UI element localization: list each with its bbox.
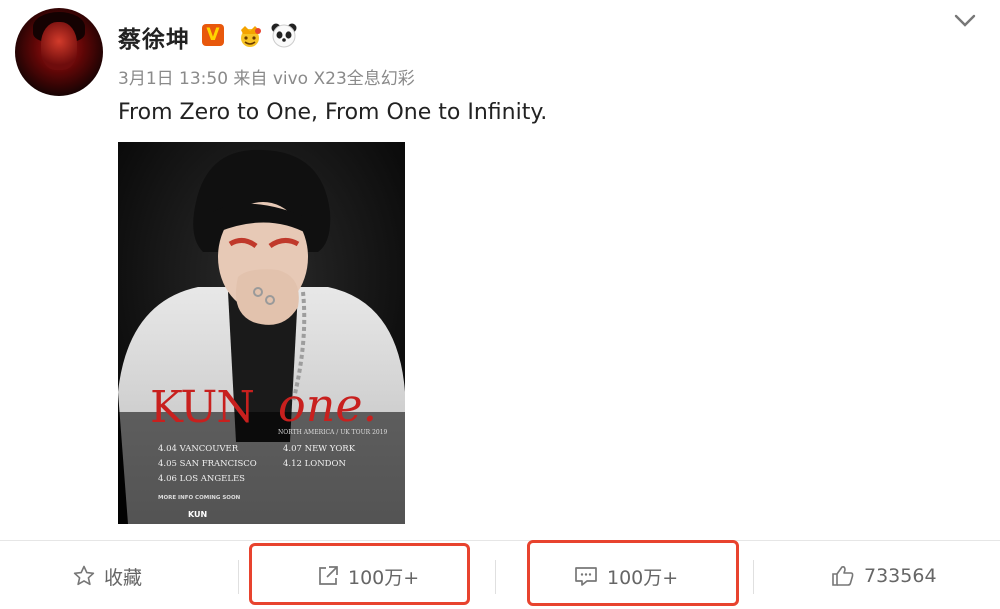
tour-date: 4.07 NEW YORK — [283, 444, 356, 454]
post-meta: 3月1日 13:50 来自 vivo X23全息幻彩 — [118, 69, 415, 89]
post-text: From Zero to One, From One to Infinity. — [118, 100, 548, 125]
star-icon — [73, 565, 95, 586]
comment-highlight-box — [527, 540, 739, 606]
avatar-face — [41, 22, 77, 70]
thumbs-up-icon — [832, 566, 854, 586]
poster-subtitle: NORTH AMERICA / UK TOUR 2019 — [278, 429, 388, 436]
action-bar-divider — [0, 540, 1000, 541]
favorite-button[interactable]: 收藏 — [72, 560, 142, 592]
poster-dates-right: 4.07 NEW YORK 4.12 LONDON — [283, 442, 355, 472]
tour-date: 4.04 VANCOUVER — [158, 444, 239, 454]
verified-badge-icon: V — [202, 24, 224, 46]
chevron-down-icon[interactable] — [953, 12, 977, 30]
repost-highlight-box — [249, 543, 470, 605]
poster-footer-logo: KUN — [188, 510, 208, 519]
username[interactable]: 蔡徐坤 — [118, 20, 190, 54]
tour-date: 4.12 LONDON — [283, 459, 346, 469]
avatar[interactable] — [15, 8, 103, 96]
poster-more-info: MORE INFO COMING SOON — [158, 495, 241, 501]
like-count: 733564 — [864, 565, 937, 587]
tour-date: 4.05 SAN FRANCISCO — [158, 459, 257, 469]
panda-icon — [271, 23, 297, 48]
favorite-label: 收藏 — [104, 566, 143, 589]
action-separator — [753, 560, 754, 594]
like-button[interactable]: 733564 — [830, 560, 937, 592]
poster-dates-left: 4.04 VANCOUVER 4.05 SAN FRANCISCO 4.06 L… — [158, 442, 257, 487]
poster-title-left: KUN — [150, 382, 255, 433]
crown-emoji-icon — [241, 26, 261, 47]
post-image[interactable]: KUN one. NORTH AMERICA / UK TOUR 2019 4.… — [118, 142, 405, 524]
action-separator — [238, 560, 239, 594]
poster-title-right: one. — [278, 378, 378, 432]
tour-date: 4.06 LOS ANGELES — [158, 474, 246, 484]
action-separator — [495, 560, 496, 594]
